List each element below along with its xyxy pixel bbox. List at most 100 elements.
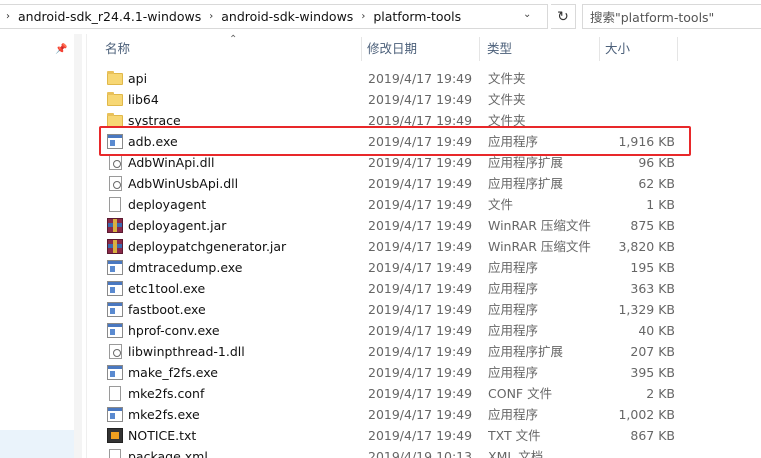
file-type: 应用程序扩展 xyxy=(488,176,564,191)
column-header-date[interactable]: 修改日期 xyxy=(361,34,479,64)
file-row[interactable]: deploypatchgenerator.jar 2019/4/17 19:49 W… xyxy=(87,236,761,257)
navigation-pane: 📌 xyxy=(0,34,86,458)
file-size: 2 KB xyxy=(646,386,675,401)
dll-icon xyxy=(109,344,122,359)
file-size xyxy=(597,68,675,89)
exe-icon xyxy=(107,281,123,296)
file-type: 应用程序 xyxy=(488,302,539,317)
file-name: api xyxy=(128,71,148,86)
file-row[interactable]: package.xml 2019/4/19 10:13 XML 文档 xyxy=(87,446,761,458)
nav-scrollbar[interactable] xyxy=(74,34,82,458)
file-name: AdbWinUsbApi.dll xyxy=(128,176,239,191)
file-date: 2019/4/17 19:49 xyxy=(368,71,473,86)
refresh-button[interactable]: ↻ xyxy=(551,4,576,29)
chevron-right-icon[interactable]: › xyxy=(355,11,371,22)
column-header-size[interactable]: 大小 xyxy=(599,34,677,64)
file-date: 2019/4/19 10:13 xyxy=(368,449,473,458)
search-input[interactable]: 搜索"platform-tools" xyxy=(582,4,761,29)
exe-icon xyxy=(107,302,123,317)
column-header-name[interactable]: 名称 xyxy=(99,34,359,64)
file-type: WinRAR 压缩文件 xyxy=(488,218,591,233)
nav-selected-item[interactable] xyxy=(0,430,74,458)
file-type: 应用程序 xyxy=(488,281,539,296)
file-size: 363 KB xyxy=(630,281,675,296)
file-row[interactable]: libwinpthread-1.dll 2019/4/17 19:49 应用程序扩展… xyxy=(87,341,761,362)
file-date: 2019/4/17 19:49 xyxy=(368,365,473,380)
file-row[interactable]: make_f2fs.exe 2019/4/17 19:49 应用程序 395 KB xyxy=(87,362,761,383)
chevron-down-icon[interactable]: ⌄ xyxy=(523,9,531,20)
file-row[interactable]: etc1tool.exe 2019/4/17 19:49 应用程序 363 KB xyxy=(87,278,761,299)
file-size: 875 KB xyxy=(630,218,675,233)
breadcrumb[interactable]: › android-sdk_r24.4.1-windows › android-… xyxy=(0,4,548,29)
file-size: 1,002 KB xyxy=(618,407,675,422)
rar-icon xyxy=(107,218,123,233)
file-row[interactable]: mke2fs.conf 2019/4/17 19:49 CONF 文件 2 KB xyxy=(87,383,761,404)
xml-icon xyxy=(109,449,121,458)
file-name: dmtracedump.exe xyxy=(128,260,243,275)
file-name: NOTICE.txt xyxy=(128,428,197,443)
file-type: 应用程序 xyxy=(488,407,539,422)
file-size: 195 KB xyxy=(630,260,675,275)
file-size: 40 KB xyxy=(638,323,675,338)
folder-icon xyxy=(107,92,123,106)
address-bar: › android-sdk_r24.4.1-windows › android-… xyxy=(0,0,761,34)
file-type: 文件夹 xyxy=(488,71,526,86)
file-type: WinRAR 压缩文件 xyxy=(488,239,591,254)
file-type: 应用程序 xyxy=(488,323,539,338)
file-row[interactable]: hprof-conv.exe 2019/4/17 19:49 应用程序 40 KB xyxy=(87,320,761,341)
pin-icon[interactable]: 📌 xyxy=(55,44,67,55)
file-row[interactable]: AdbWinUsbApi.dll 2019/4/17 19:49 应用程序扩展 62 … xyxy=(87,173,761,194)
file-date: 2019/4/17 19:49 xyxy=(368,407,473,422)
file-type: 应用程序 xyxy=(488,365,539,380)
breadcrumb-item-platform-tools[interactable]: platform-tools xyxy=(371,9,463,24)
chevron-right-icon[interactable]: › xyxy=(203,11,219,22)
file-type: 文件夹 xyxy=(488,92,526,107)
file-size xyxy=(597,446,675,458)
exe-icon xyxy=(107,260,123,275)
column-header-type[interactable]: 类型 xyxy=(481,34,599,64)
file-name: mke2fs.exe xyxy=(128,407,200,422)
file-type: CONF 文件 xyxy=(488,386,553,401)
file-date: 2019/4/17 19:49 xyxy=(368,344,473,359)
search-placeholder: 搜索"platform-tools" xyxy=(590,10,715,25)
file-name: hprof-conv.exe xyxy=(128,323,220,338)
file-icon xyxy=(109,197,121,212)
breadcrumb-item-sdk[interactable]: android-sdk_r24.4.1-windows xyxy=(16,9,203,24)
txt-icon xyxy=(107,428,123,443)
column-separator[interactable] xyxy=(479,37,480,61)
file-row[interactable]: dmtracedump.exe 2019/4/17 19:49 应用程序 195 KB xyxy=(87,257,761,278)
file-name: etc1tool.exe xyxy=(128,281,206,296)
folder-icon xyxy=(107,71,123,85)
file-date: 2019/4/17 19:49 xyxy=(368,260,473,275)
rar-icon xyxy=(107,239,123,254)
file-name: deploypatchgenerator.jar xyxy=(128,239,287,254)
file-row[interactable]: mke2fs.exe 2019/4/17 19:49 应用程序 1,002 KB xyxy=(87,404,761,425)
file-row[interactable]: deployagent.jar 2019/4/17 19:49 WinRAR 压缩文… xyxy=(87,215,761,236)
file-size: 3,820 KB xyxy=(618,239,675,254)
file-size xyxy=(597,89,675,110)
column-headers: ⌃ 名称 修改日期 类型 大小 xyxy=(87,34,761,64)
refresh-icon: ↻ xyxy=(557,8,569,25)
file-name: libwinpthread-1.dll xyxy=(128,344,245,359)
file-type: TXT 文件 xyxy=(488,428,541,443)
file-row[interactable]: deployagent 2019/4/17 19:49 文件 1 KB xyxy=(87,194,761,215)
file-type: 应用程序 xyxy=(488,260,539,275)
file-type: XML 文档 xyxy=(488,449,544,458)
file-type: 文件 xyxy=(488,197,514,212)
exe-icon xyxy=(107,323,123,338)
file-row[interactable]: lib64 2019/4/17 19:49 文件夹 xyxy=(87,89,761,110)
column-separator[interactable] xyxy=(677,37,678,61)
breadcrumb-item-sdk-windows[interactable]: android-sdk-windows xyxy=(219,9,355,24)
file-date: 2019/4/17 19:49 xyxy=(368,176,473,191)
file-date: 2019/4/17 19:49 xyxy=(368,197,473,212)
file-date: 2019/4/17 19:49 xyxy=(368,302,473,317)
file-row[interactable]: fastboot.exe 2019/4/17 19:49 应用程序 1,329 KB xyxy=(87,299,761,320)
file-name: make_f2fs.exe xyxy=(128,365,218,380)
chevron-right-icon[interactable]: › xyxy=(0,11,16,22)
file-date: 2019/4/17 19:49 xyxy=(368,323,473,338)
file-row[interactable]: api 2019/4/17 19:49 文件夹 xyxy=(87,68,761,89)
file-size: 1,329 KB xyxy=(618,302,675,317)
file-name: deployagent.jar xyxy=(128,218,227,233)
file-row[interactable]: NOTICE.txt 2019/4/17 19:49 TXT 文件 867 KB xyxy=(87,425,761,446)
highlight-box xyxy=(99,126,691,156)
